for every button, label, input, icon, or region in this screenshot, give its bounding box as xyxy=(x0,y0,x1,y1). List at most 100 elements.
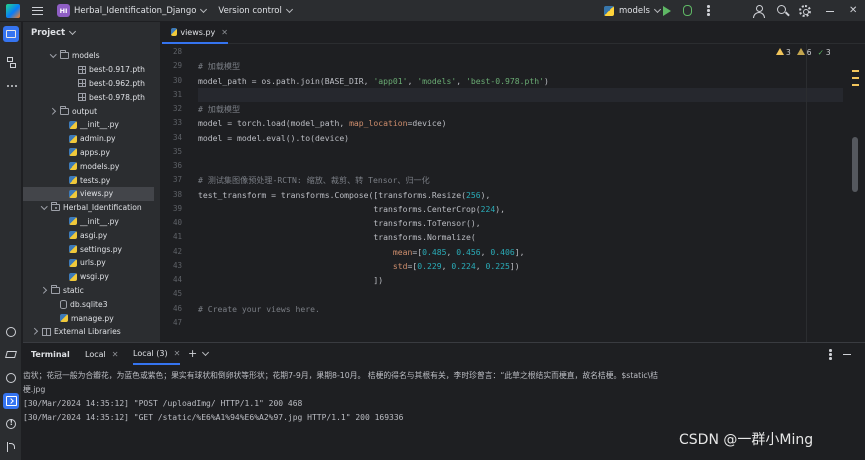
left-tool-strip xyxy=(0,22,22,460)
code-line[interactable]: mean=[0.485, 0.456, 0.406], xyxy=(198,247,525,257)
warning-marker[interactable] xyxy=(852,77,859,79)
tree-item-label: settings.py xyxy=(80,244,123,254)
tree-item[interactable]: settings.py xyxy=(23,242,154,256)
gear-icon[interactable] xyxy=(799,5,811,17)
line-number: 43 xyxy=(172,260,182,270)
tree-item[interactable]: best-0.917.pth xyxy=(23,63,154,77)
code-line[interactable]: # 加载模型 xyxy=(198,61,240,72)
terminal-options-icon[interactable] xyxy=(829,349,832,361)
hide-panel-button[interactable] xyxy=(843,354,851,356)
project-badge[interactable]: HI xyxy=(57,4,70,17)
code-line[interactable]: model = torch.load(model_path, map_locat… xyxy=(198,118,447,128)
tree-item-label: apps.py xyxy=(80,147,110,157)
layers-tool-button[interactable] xyxy=(3,347,19,363)
problems-tool-button[interactable] xyxy=(3,416,19,432)
code-line[interactable]: # 加载模型 xyxy=(198,104,240,115)
close-tab-icon[interactable]: ✕ xyxy=(221,28,228,37)
editor-scrollbar[interactable] xyxy=(852,137,858,192)
project-panel-header[interactable]: Project xyxy=(23,22,160,44)
python-packages-button[interactable] xyxy=(3,324,19,340)
tree-item[interactable]: wsgi.py xyxy=(23,270,154,284)
tree-item[interactable]: urls.py xyxy=(23,256,154,270)
git-tool-button[interactable] xyxy=(3,439,19,455)
close-tab-icon[interactable]: ✕ xyxy=(174,349,181,358)
tree-item[interactable]: tests.py xyxy=(23,173,154,187)
code-token: 0.229 xyxy=(417,260,442,271)
tree-item[interactable]: views.py xyxy=(23,187,154,201)
tree-item-label: db.sqlite3 xyxy=(70,299,108,309)
search-icon[interactable] xyxy=(777,5,786,14)
chevron-down-icon[interactable] xyxy=(200,5,208,13)
tree-item[interactable]: __init__.py xyxy=(23,215,154,229)
main-menu-icon[interactable] xyxy=(32,6,43,15)
code-token: 256 xyxy=(466,189,481,200)
code-line[interactable]: std=[0.229, 0.224, 0.225]) xyxy=(198,261,520,271)
terminal-tool-button[interactable] xyxy=(3,393,19,409)
tab-views-py[interactable]: views.py ✕ xyxy=(162,22,228,44)
terminal-tab-local[interactable]: Local ✕ xyxy=(85,343,118,365)
tree-item[interactable]: output xyxy=(23,104,154,118)
terminal-output-line: 梗.jpg xyxy=(23,385,46,394)
tree-item[interactable]: Herbal_Identification xyxy=(23,201,154,215)
tree-item-label: Herbal_Identification xyxy=(63,203,142,213)
code-line[interactable]: model = model.eval().to(device) xyxy=(198,133,349,143)
tree-item[interactable]: db.sqlite3 xyxy=(23,297,154,311)
code-line[interactable]: transforms.ToTensor(), xyxy=(198,218,480,228)
code-area[interactable]: # 加载模型 model_path = os.path.join(BASE_DIR… xyxy=(198,44,843,342)
run-icon[interactable] xyxy=(663,6,671,16)
tree-item[interactable]: models.py xyxy=(23,159,154,173)
code-token: # Create your views here. xyxy=(198,303,320,314)
code-token: , xyxy=(441,260,452,271)
code-line[interactable]: ]) xyxy=(198,275,383,285)
chevron-down-icon[interactable] xyxy=(285,5,293,13)
chevron-down-icon[interactable] xyxy=(50,52,58,60)
warning-marker[interactable] xyxy=(852,84,859,86)
vcs-menu[interactable]: Version control xyxy=(218,6,281,16)
tree-item[interactable]: apps.py xyxy=(23,146,154,160)
more-actions-icon[interactable] xyxy=(707,5,710,17)
project-switcher[interactable]: Herbal_Identification_Django xyxy=(74,6,196,16)
tree-item-label: __init__.py xyxy=(80,120,119,130)
new-terminal-icon[interactable]: + xyxy=(188,347,197,360)
close-window-button[interactable]: ✕ xyxy=(849,5,857,17)
structure-tool-button[interactable] xyxy=(3,54,19,70)
chevron-down-icon[interactable] xyxy=(41,204,49,212)
line-number: 45 xyxy=(172,289,182,299)
tree-item[interactable]: best-0.978.pth xyxy=(23,90,154,104)
minimize-window-button[interactable] xyxy=(826,11,834,13)
warning-marker[interactable] xyxy=(852,70,859,72)
tree-item[interactable]: __init__.py xyxy=(23,118,154,132)
chevron-right-icon[interactable] xyxy=(50,107,58,115)
code-line[interactable]: transforms.CenterCrop(224), xyxy=(198,204,505,214)
project-tool-button[interactable] xyxy=(3,26,19,42)
run-config-selector[interactable]: models xyxy=(604,0,661,22)
tree-item[interactable]: External Libraries xyxy=(23,325,154,339)
terminal-tab-local-3[interactable]: Local (3) ✕ xyxy=(133,343,181,365)
add-user-icon[interactable] xyxy=(753,5,765,18)
chevron-down-icon[interactable] xyxy=(69,27,77,36)
chevron-down-icon[interactable] xyxy=(201,348,210,357)
more-tools-button[interactable] xyxy=(3,78,19,94)
line-number: 37 xyxy=(172,175,182,185)
code-line[interactable]: model_path = os.path.join(BASE_DIR, 'app… xyxy=(198,76,549,86)
tree-item[interactable]: manage.py xyxy=(23,311,154,325)
tree-item[interactable]: static xyxy=(23,284,154,298)
tree-item[interactable]: asgi.py xyxy=(23,228,154,242)
close-tab-icon[interactable]: ✕ xyxy=(112,350,119,359)
code-line[interactable]: test_transform = transforms.Compose([tra… xyxy=(198,190,490,200)
code-line[interactable]: # 测试集图像预处理-RCTN: 缩放、裁剪、转 Tensor、归一化 xyxy=(198,175,430,186)
code-line[interactable]: transforms.Normalize( xyxy=(198,232,476,243)
chevron-right-icon[interactable] xyxy=(32,328,40,336)
services-tool-button[interactable] xyxy=(3,370,19,386)
tree-item[interactable]: admin.py xyxy=(23,132,154,146)
code-token: transforms.Normalize( xyxy=(198,232,476,243)
tree-item[interactable]: best-0.962.pth xyxy=(23,77,154,91)
python-file-icon xyxy=(171,28,178,36)
chevron-right-icon[interactable] xyxy=(41,286,49,294)
package-icon xyxy=(51,202,60,212)
debug-icon[interactable] xyxy=(683,5,692,16)
tree-item[interactable]: models xyxy=(23,49,154,63)
chevron-down-icon xyxy=(653,5,661,14)
code-line[interactable]: # Create your views here. xyxy=(198,304,320,314)
